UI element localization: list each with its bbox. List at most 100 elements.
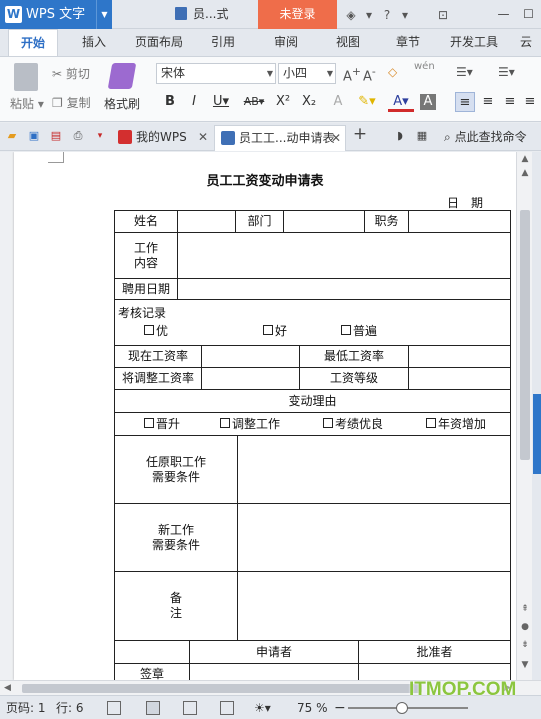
dept-field[interactable] [283,210,365,233]
tab-reference[interactable]: 引用 [203,29,243,56]
page-number[interactable]: 页码: 1 [6,696,46,719]
hire-date-field[interactable] [177,278,511,300]
remark-field[interactable] [237,571,511,641]
date-label[interactable]: 日期 [447,194,495,211]
maximize-icon[interactable]: ☐ [516,0,541,29]
align-left-icon[interactable]: ≡ [455,92,475,112]
sign-label[interactable]: 签章 [114,663,190,680]
prev-job-field[interactable] [237,435,511,504]
scroll-down-icon[interactable]: ▼ [517,660,533,670]
next-page-icon[interactable]: ⇟ [517,640,533,650]
name-field[interactable] [177,210,236,233]
work-content-field[interactable] [177,232,511,279]
new-job-label[interactable]: 新工作 需要条件 [114,503,238,572]
eye-protect-icon[interactable]: ☀▾ [254,696,271,719]
blank-header-cell[interactable] [114,640,190,664]
document-page[interactable]: 员工工资变动申请表 日期 姓名 部门 职务 工作 内容 聘用日期 考核记录 优 … [14,152,516,680]
zoom-slider[interactable] [348,707,468,709]
paste-icon[interactable] [14,63,38,91]
dept-label[interactable]: 部门 [235,210,284,233]
tab-view[interactable]: 视图 [328,29,368,56]
justify-icon[interactable]: ≡ [522,92,538,112]
prev-job-label[interactable]: 任原职工作 需要条件 [114,435,238,504]
highlight-icon[interactable]: ✎▾ [354,92,380,112]
current-wage-label[interactable]: 现在工资率 [114,345,202,368]
reason-option-transfer[interactable]: 调整工作 [220,417,280,432]
more-icon[interactable]: ▾ [396,8,414,22]
current-wage-field[interactable] [201,345,300,368]
pinyin-guide-button[interactable]: wén [414,61,435,72]
font-color-icon[interactable]: A▾ [388,92,414,112]
new-tab-button[interactable]: + [352,126,368,143]
numbered-list-icon[interactable]: ☰▾ [498,65,515,79]
bold-button[interactable]: B [160,92,180,112]
tab-developer[interactable]: 开发工具 [444,29,504,56]
horizontal-scroll-thumb[interactable] [22,684,422,693]
skin-icon[interactable]: ◈ [342,8,360,22]
adjusted-wage-field[interactable] [201,367,300,390]
approver-sign-field[interactable] [358,663,511,680]
app-menu-button[interactable]: W WPS 文字 ▼ [0,0,112,29]
position-label[interactable]: 职务 [364,210,409,233]
copy-button[interactable]: ❐ 复制 [52,94,91,111]
vertical-scroll-thumb[interactable] [520,210,530,460]
fullscreen-icon[interactable] [107,701,121,715]
text-effect-icon[interactable]: A [328,92,348,112]
tab-cloud[interactable]: 云 [516,29,536,56]
applicant-sign-field[interactable] [189,663,359,680]
restore-icon[interactable]: ⊡ [434,8,452,22]
assessment-option-average[interactable]: 普遍 [341,324,377,339]
assessment-section[interactable]: 考核记录 [114,299,511,346]
format-painter-button[interactable]: 格式刷 [104,95,140,112]
name-label[interactable]: 姓名 [114,210,178,233]
side-panel-collapsed[interactable] [532,152,541,680]
open-folder-icon[interactable]: ▰ [4,128,20,144]
command-search[interactable]: ⌕ 点此查找命令 [444,123,527,151]
close-icon[interactable]: ✕ [331,126,341,150]
assessment-option-excellent[interactable]: 优 [144,324,168,339]
reading-view-icon[interactable] [220,701,234,715]
shirt-icon[interactable]: ▾ [360,8,378,22]
font-name-select[interactable]: 宋体 ▼ [156,63,276,84]
chevron-down-icon[interactable]: ▼ [96,0,112,29]
tab-chapter[interactable]: 章节 [388,29,428,56]
help-icon[interactable]: ? [378,8,396,22]
approver-label[interactable]: 批准者 [358,640,511,664]
align-right-icon[interactable]: ≡ [500,92,520,112]
italic-button[interactable]: I [184,92,204,112]
shrink-font-icon[interactable]: A- [363,65,376,84]
scroll-up-icon[interactable]: ▲ [517,154,533,164]
template-icon[interactable]: ▦ [414,128,430,144]
min-wage-field[interactable] [408,345,511,368]
select-browse-icon[interactable]: ● [517,622,533,632]
scroll-left-icon[interactable]: ◀ [4,681,11,696]
page-view-icon[interactable] [146,701,160,715]
reason-option-promotion[interactable]: 晋升 [144,417,180,432]
customize-arrow-icon[interactable]: ▾ [92,128,108,144]
reason-option-performance[interactable]: 考绩优良 [323,417,383,432]
reason-header[interactable]: 变动理由 [114,389,511,413]
char-shading-icon[interactable]: A [420,94,436,110]
prev-page-icon[interactable]: ⇞ [517,604,533,614]
export-pdf-icon[interactable]: ▤ [48,128,64,144]
tab-review[interactable]: 审阅 [266,29,306,56]
form-title[interactable]: 员工工资变动申请表 [14,170,516,189]
page-up-icon[interactable]: ▲ [517,168,533,178]
line-number[interactable]: 行: 6 [56,696,84,719]
min-wage-label[interactable]: 最低工资率 [299,345,409,368]
strikethrough-button[interactable]: AB▾ [240,92,268,112]
zoom-level[interactable]: 75 % [297,696,328,719]
paste-button[interactable]: 粘贴 ▾ [10,95,44,112]
wage-grade-label[interactable]: 工资等级 [299,367,409,390]
outline-view-icon[interactable] [183,701,197,715]
work-content-label[interactable]: 工作 内容 [114,232,178,279]
hire-date-label[interactable]: 聘用日期 [114,278,178,300]
format-painter-icon[interactable] [107,63,137,89]
grow-font-icon[interactable]: A+ [343,65,361,84]
new-job-field[interactable] [237,503,511,572]
align-center-icon[interactable]: ≡ [478,92,498,112]
tab-insert[interactable]: 插入 [74,29,114,56]
close-icon[interactable]: ✕ [198,125,208,149]
minimize-icon[interactable]: — [491,0,516,29]
font-size-select[interactable]: 小四 ▼ [278,63,336,84]
